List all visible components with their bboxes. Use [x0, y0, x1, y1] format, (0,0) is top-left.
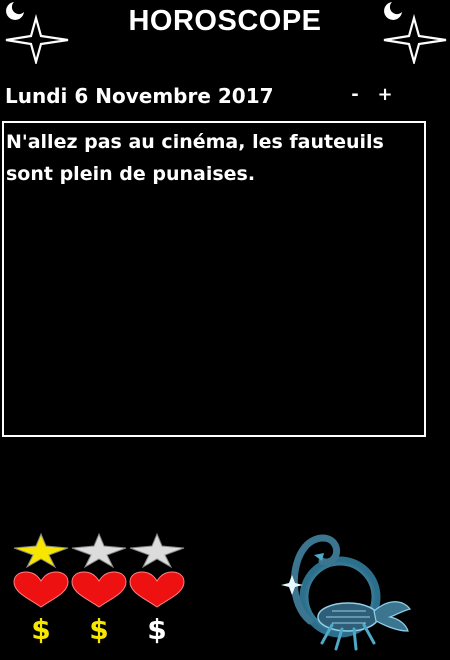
date-bar: Lundi 6 Novembre 2017 - + [5, 84, 445, 112]
money-rating: $ $ $ [12, 610, 192, 650]
prediction-panel: N'allez pas au cinéma, les fauteuils son… [2, 121, 426, 437]
previous-day-button[interactable]: - [345, 84, 365, 105]
star-empty-icon [129, 532, 185, 569]
love-rating [12, 570, 192, 610]
dollar-filled-icon: $ [89, 613, 109, 646]
dollar-empty-icon: $ [147, 613, 167, 646]
scorpion-icon [281, 534, 412, 651]
heart-icon [13, 571, 69, 608]
star-filled-icon [13, 532, 69, 569]
star-empty-icon [71, 532, 127, 569]
page-title: HOROSCOPE [128, 5, 322, 37]
current-date: Lundi 6 Novembre 2017 [5, 84, 274, 108]
next-day-button[interactable]: + [375, 84, 395, 105]
luck-rating [12, 530, 192, 570]
prediction-text: N'allez pas au cinéma, les fauteuils son… [6, 131, 384, 185]
dollar-filled-icon: $ [31, 613, 51, 646]
heart-icon [129, 571, 185, 608]
heart-icon [71, 571, 127, 608]
ratings-panel: $ $ $ [12, 530, 192, 650]
